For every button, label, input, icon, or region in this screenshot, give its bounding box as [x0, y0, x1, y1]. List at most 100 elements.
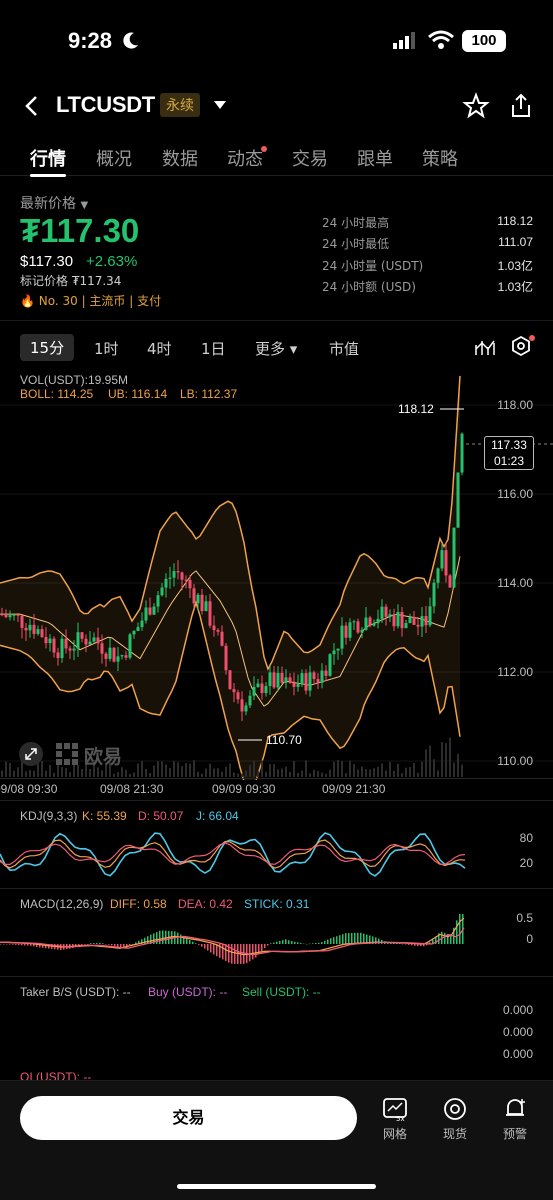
stat-value-low: 111.07 [498, 235, 533, 249]
battery-indicator: 100 [462, 30, 506, 52]
volume-bar [377, 766, 379, 777]
share-icon[interactable] [508, 92, 534, 120]
macd-histogram-bar [117, 944, 119, 947]
macd-histogram-bar [414, 944, 416, 946]
coin-tags[interactable]: 🔥 No. 30 | 主流币 | 支付 [20, 292, 161, 309]
settings-icon[interactable] [510, 334, 536, 360]
candle-body [204, 601, 208, 612]
macd-tick: 0.5 [516, 911, 533, 925]
volume-bar [317, 770, 319, 777]
grid-label: 网格 [382, 1127, 407, 1141]
macd-histogram-bar [96, 942, 98, 944]
tab-bar [0, 138, 553, 176]
volume-bar [293, 761, 295, 777]
candle-body [292, 682, 296, 687]
macd-dea: DEA: 0.42 [178, 897, 233, 911]
macd-histogram-bar [111, 944, 113, 946]
macd-histogram-bar [84, 944, 86, 945]
volume-bar [453, 762, 455, 777]
volume-bar [125, 769, 127, 777]
candle-body [172, 571, 176, 578]
interval-15m[interactable]: 15分 [20, 334, 75, 361]
back-icon[interactable] [22, 94, 42, 118]
volume-bar [245, 770, 247, 777]
taker-label: Taker B/S (USDT): -- [20, 985, 131, 999]
svg-text:5x: 5x [396, 1115, 405, 1122]
grid-bot-icon: 5x [383, 1098, 407, 1123]
moon-icon [123, 32, 138, 49]
candle-body [72, 648, 76, 651]
fullscreen-icon[interactable] [18, 741, 44, 767]
price-label: 最新价格 [20, 196, 76, 212]
macd-chart [0, 914, 465, 965]
indicator-icon[interactable] [474, 337, 496, 357]
price-type-selector[interactable]: 最新价格 ▼ [20, 193, 88, 213]
candle-body [396, 612, 400, 627]
volume-bar [381, 763, 383, 777]
interval-more[interactable]: 更多 ▾ [255, 338, 297, 359]
alert-button[interactable]: 预警 [493, 1096, 537, 1142]
candle-body [48, 638, 52, 644]
candle-body [228, 670, 232, 690]
volume-bar [405, 767, 407, 777]
volume-bar [69, 772, 71, 777]
kdj-j: J: 66.04 [196, 809, 239, 823]
interval-4h[interactable]: 4时 [147, 338, 172, 359]
candlestick-chart[interactable] [0, 370, 553, 780]
x-tick: 09/08 09:30 [0, 782, 58, 796]
candle-body [108, 647, 112, 659]
candle-body [268, 672, 272, 687]
grid-button[interactable]: 5x 网格 [373, 1096, 417, 1142]
wifi-icon [428, 30, 454, 49]
tab-strategy[interactable]: 策略 [422, 145, 458, 171]
high-marker: 118.12 [398, 402, 434, 416]
macd-histogram-bar [264, 944, 266, 949]
interval-1h[interactable]: 1时 [94, 338, 119, 359]
macd-histogram-bar [411, 944, 413, 946]
interval-market-cap[interactable]: 市值 [329, 338, 359, 359]
tab-copy-trading[interactable]: 跟单 [357, 145, 393, 171]
candle-body [376, 618, 380, 624]
interval-1d[interactable]: 1日 [201, 338, 226, 359]
macd-histogram-bar [93, 943, 95, 944]
tab-news[interactable]: 动态 [227, 145, 263, 171]
symbol-title[interactable]: LTCUSDT [56, 92, 155, 118]
candle-body [448, 575, 452, 588]
macd-histogram-bar [339, 935, 341, 944]
watermark: 欧易 [84, 746, 123, 768]
tab-market[interactable]: 行情 [30, 145, 66, 171]
star-icon[interactable] [462, 92, 490, 120]
volume-bar [201, 773, 203, 777]
volume-bar [141, 760, 143, 777]
tab-overview[interactable]: 概况 [96, 145, 132, 171]
volume-bar [277, 769, 279, 777]
trade-button[interactable]: 交易 [20, 1096, 357, 1140]
macd-histogram-bar [129, 944, 131, 946]
macd-histogram-bar [354, 932, 356, 944]
kdj-tick: 20 [519, 856, 533, 870]
candle-body [164, 578, 168, 588]
macd-histogram-bar [231, 944, 233, 964]
macd-histogram-bar [105, 944, 107, 945]
tab-trade[interactable]: 交易 [292, 145, 328, 171]
candle-body [96, 637, 100, 644]
tab-data[interactable]: 数据 [162, 145, 198, 171]
candle-body [364, 617, 368, 630]
spot-button[interactable]: 现货 [433, 1096, 477, 1142]
macd-histogram-bar [255, 944, 257, 958]
signal-icon [393, 32, 415, 49]
macd-histogram-bar [222, 944, 224, 960]
macd-histogram-bar [126, 944, 128, 946]
volume-bar [301, 770, 303, 777]
macd-histogram-bar [27, 944, 29, 946]
volume-bar [161, 761, 163, 777]
macd-histogram-bar [0, 944, 2, 945]
candle-body [84, 638, 88, 645]
candle-body [4, 614, 8, 618]
volume-bar [309, 773, 311, 777]
chevron-down-icon[interactable] [212, 98, 228, 112]
notification-dot [261, 146, 267, 152]
volume-bar [257, 771, 259, 777]
candle-body [456, 472, 460, 528]
candle-body [344, 625, 348, 638]
